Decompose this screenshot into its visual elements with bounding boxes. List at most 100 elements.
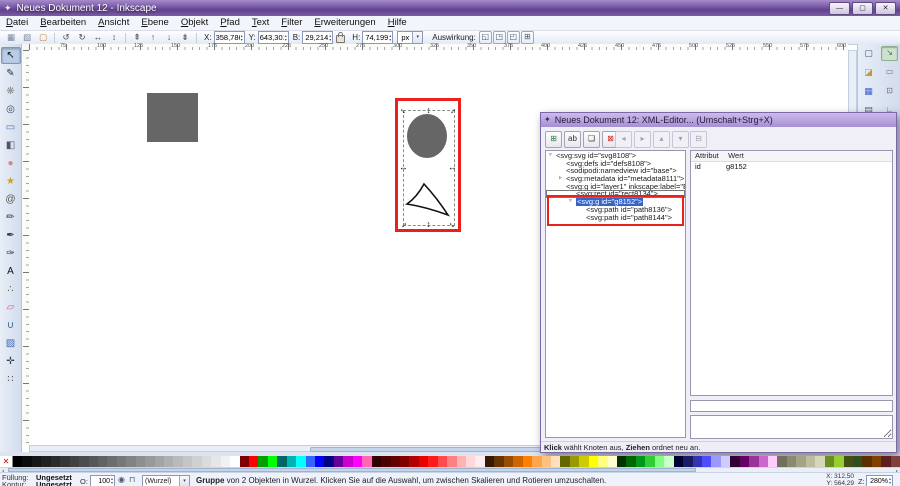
palette-swatch[interactable] — [287, 456, 296, 467]
palette-swatch[interactable] — [41, 456, 50, 467]
scale-handle-right[interactable]: ↔ — [448, 163, 457, 172]
dropper-tool[interactable]: ✛ — [1, 353, 21, 370]
palette-swatch[interactable] — [315, 456, 324, 467]
collapse-icon[interactable]: ▿ — [549, 152, 556, 160]
attribute-name-input[interactable] — [690, 400, 893, 412]
duplicate-node-button[interactable]: ❏ — [583, 131, 600, 148]
menu-ebene[interactable]: Ebene — [135, 16, 174, 30]
palette-swatch[interactable] — [674, 456, 683, 467]
delete-attribute-button[interactable]: ⊟ — [690, 131, 707, 148]
palette-swatch[interactable] — [438, 456, 447, 467]
star-tool[interactable]: ★ — [1, 173, 21, 190]
gradient-tool[interactable]: ▨ — [1, 335, 21, 352]
pen-tool[interactable]: ✒ — [1, 227, 21, 244]
palette-swatch[interactable] — [796, 456, 805, 467]
palette-swatch[interactable] — [277, 456, 286, 467]
scale-handle-left[interactable]: ↔ — [399, 163, 408, 172]
y-input[interactable] — [260, 33, 284, 42]
palette-swatch[interactable] — [560, 456, 569, 467]
eraser-tool[interactable]: ▱ — [1, 299, 21, 316]
scale-handle-bottom[interactable]: ↕ — [424, 220, 433, 229]
palette-swatch[interactable] — [221, 456, 230, 467]
triangle-path-object[interactable] — [402, 176, 454, 220]
palette-swatch[interactable] — [504, 456, 513, 467]
palette-swatch[interactable] — [409, 456, 418, 467]
save-document-icon[interactable]: ▦ — [860, 84, 878, 99]
palette-swatch[interactable] — [589, 456, 598, 467]
palette-swatch[interactable] — [381, 456, 390, 467]
unindent-node-button[interactable]: ◂ — [615, 131, 632, 148]
deselect-icon[interactable]: ▢ — [36, 31, 50, 44]
ellipse-tool[interactable]: ● — [1, 155, 21, 172]
palette-swatch[interactable] — [721, 456, 730, 467]
menu-erweiterungen[interactable]: Erweiterungen — [308, 16, 381, 30]
palette-swatch[interactable] — [730, 456, 739, 467]
palette-swatch[interactable] — [136, 456, 145, 467]
palette-swatch[interactable] — [145, 456, 154, 467]
spinner-arrows[interactable]: ▴▾ — [329, 34, 331, 42]
palette-swatch[interactable] — [768, 456, 777, 467]
palette-swatch[interactable] — [249, 456, 258, 467]
menu-ansicht[interactable]: Ansicht — [92, 16, 135, 30]
menu-datei[interactable]: Datei — [0, 16, 34, 30]
palette-swatch[interactable] — [834, 456, 843, 467]
palette-swatch[interactable] — [881, 456, 890, 467]
palette-swatch[interactable] — [862, 456, 871, 467]
palette-swatch[interactable] — [126, 456, 135, 467]
raise-icon[interactable]: ↑ — [146, 31, 160, 44]
select-all-layers-icon[interactable]: ▧ — [20, 31, 34, 44]
palette-swatch[interactable] — [683, 456, 692, 467]
stroke-value[interactable]: Ungesetzt — [36, 480, 72, 486]
palette-swatch[interactable] — [192, 456, 201, 467]
palette-swatch[interactable] — [334, 456, 343, 467]
enable-snapping-toggle[interactable]: ↘ — [881, 46, 898, 61]
zoom-tool[interactable]: ◎ — [1, 101, 21, 118]
palette-swatch[interactable] — [22, 456, 31, 467]
palette-swatch[interactable] — [645, 456, 654, 467]
palette-swatch[interactable] — [626, 456, 635, 467]
palette-swatch[interactable] — [570, 456, 579, 467]
bucket-tool[interactable]: ∪ — [1, 317, 21, 334]
select-all-icon[interactable]: ▦ — [4, 31, 18, 44]
selector-tool[interactable]: ↖ — [1, 47, 21, 64]
palette-swatch[interactable] — [759, 456, 768, 467]
palette-swatch[interactable] — [551, 456, 560, 467]
palette-swatch[interactable] — [740, 456, 749, 467]
menu-text[interactable]: Text — [246, 16, 275, 30]
palette-swatch[interactable] — [51, 456, 60, 467]
new-element-node-button[interactable]: ⊞ — [545, 131, 562, 148]
gray-ellipse-object[interactable] — [407, 114, 447, 158]
attribute-value-input[interactable] — [690, 415, 893, 439]
flip-vertical-icon[interactable]: ↕ — [107, 31, 121, 44]
layer-dropdown[interactable]: (Wurzel) ▾ — [142, 475, 190, 486]
palette-swatch[interactable] — [523, 456, 532, 467]
palette-swatch[interactable] — [202, 456, 211, 467]
palette-swatch[interactable] — [853, 456, 862, 467]
palette-swatch[interactable] — [617, 456, 626, 467]
move-node-up-button[interactable]: ▴ — [653, 131, 670, 148]
menu-pfad[interactable]: Pfad — [214, 16, 246, 30]
palette-swatch[interactable] — [240, 456, 249, 467]
spinner-arrows[interactable]: ▴▾ — [889, 477, 891, 485]
spinner-arrows[interactable]: ▴▾ — [241, 34, 243, 42]
tweak-tool[interactable]: ❋ — [1, 83, 21, 100]
palette-swatch[interactable] — [494, 456, 503, 467]
palette-swatch[interactable] — [457, 456, 466, 467]
palette-swatch[interactable] — [13, 456, 22, 467]
maximize-button[interactable]: ▢ — [852, 2, 873, 15]
width-input[interactable] — [304, 33, 328, 42]
palette-swatch[interactable] — [844, 456, 853, 467]
palette-swatch[interactable] — [306, 456, 315, 467]
palette-swatch[interactable] — [230, 456, 239, 467]
menu-filter[interactable]: Filter — [275, 16, 308, 30]
palette-swatch[interactable] — [32, 456, 41, 467]
spiral-tool[interactable]: @ — [1, 191, 21, 208]
palette-swatch[interactable] — [60, 456, 69, 467]
affect-pattern-toggle[interactable]: ⊞ — [521, 31, 534, 44]
palette-swatch[interactable] — [211, 456, 220, 467]
palette-swatch[interactable] — [296, 456, 305, 467]
dropdown-arrow-icon[interactable]: ▾ — [412, 32, 422, 43]
menu-bearbeiten[interactable]: Bearbeiten — [34, 16, 92, 30]
snap-bbox-edges-icon[interactable]: ⊡ — [881, 84, 898, 99]
palette-swatch[interactable] — [343, 456, 352, 467]
